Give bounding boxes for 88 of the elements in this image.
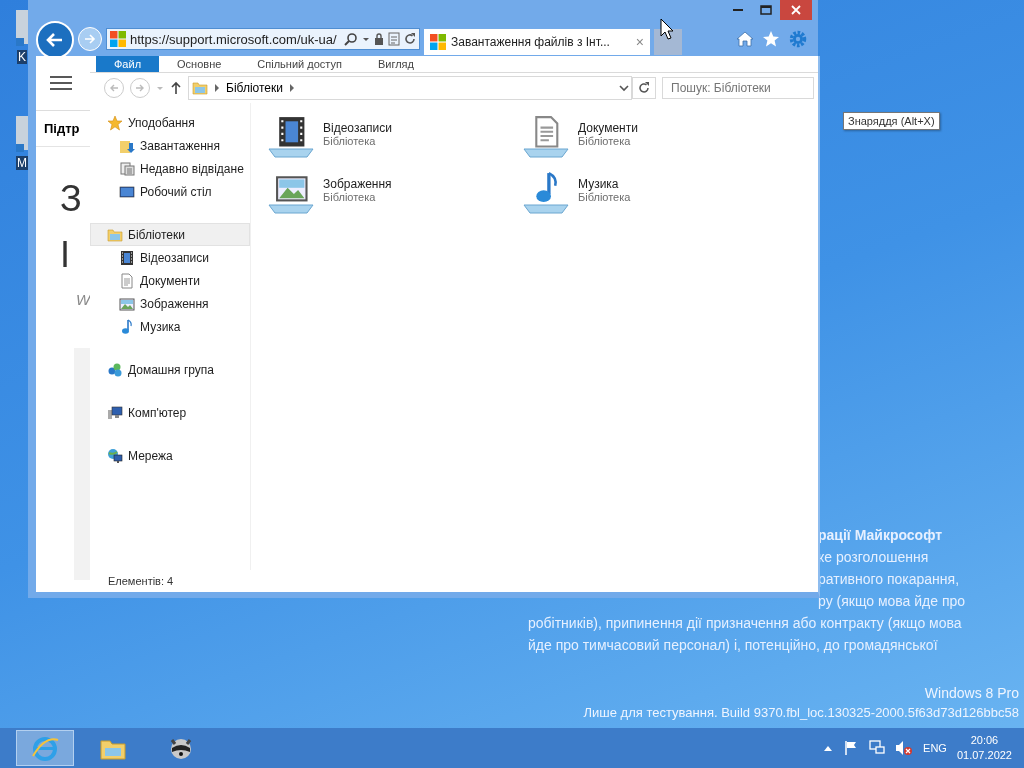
refresh-icon[interactable] — [404, 32, 416, 46]
arrow-right-icon — [135, 83, 145, 93]
chevron-right-icon — [288, 84, 295, 92]
os-edition-text: Windows 8 Pro — [924, 684, 1019, 703]
document-library-icon — [522, 115, 570, 159]
refresh-icon — [638, 82, 650, 94]
monitor-icon — [119, 183, 135, 200]
address-bar[interactable]: Бібліотеки — [188, 76, 632, 100]
video-library-icon — [267, 115, 315, 159]
chevron-right-icon — [214, 84, 220, 92]
homegroup-icon — [107, 361, 123, 378]
library-type: Бібліотека — [323, 135, 377, 147]
globe-monitor-icon — [107, 447, 123, 464]
film-strip-icon — [119, 249, 135, 266]
clock-date[interactable]: 01.07.2022 — [956, 748, 1012, 763]
star-icon[interactable] — [762, 30, 780, 48]
arrow-left-icon — [46, 32, 64, 48]
library-name[interactable]: Документи — [578, 121, 638, 135]
nav-item[interactable]: Відеозаписи — [90, 246, 250, 269]
speaker-muted-icon[interactable] — [895, 740, 914, 756]
music-note-icon — [119, 318, 135, 335]
nav-item[interactable]: Документи — [90, 269, 250, 292]
mouse-pointer-icon — [660, 18, 674, 40]
network-icon[interactable] — [869, 740, 886, 756]
padlock-icon[interactable] — [374, 32, 384, 46]
caret-down-icon[interactable] — [617, 83, 631, 93]
nav-item[interactable]: Зображення — [90, 292, 250, 315]
ribbon-tab[interactable]: Вигляд — [359, 56, 432, 72]
nav-item[interactable]: Мережа — [90, 444, 250, 467]
music-library-icon — [522, 171, 570, 215]
notice-text-line: ру (якщо мова йде про — [817, 592, 967, 611]
browser-tab[interactable]: Завантаження файлів з Інт... × — [424, 29, 650, 55]
arrow-left-icon — [109, 83, 119, 93]
picture-icon — [119, 295, 135, 312]
search-icon[interactable] — [344, 32, 358, 46]
nav-item[interactable]: Бібліотеки — [90, 223, 250, 246]
library-name[interactable]: Музика — [578, 177, 631, 191]
nav-item[interactable]: Музика — [90, 315, 250, 338]
nav-item[interactable]: Комп'ютер — [90, 401, 250, 424]
four-squares-logo-icon — [430, 34, 446, 50]
computer-icon — [107, 404, 123, 421]
nav-item[interactable]: Робочий стіл — [90, 180, 250, 203]
url-text: https://support.microsoft.com/uk-ua/ — [130, 31, 338, 47]
nav-item[interactable]: Недавно відвідане — [90, 157, 250, 180]
document-icon — [119, 272, 135, 289]
library-name[interactable]: Зображення — [323, 177, 392, 191]
e-logo-icon — [31, 734, 59, 762]
caret-up-icon[interactable] — [823, 744, 834, 752]
home-icon[interactable] — [736, 30, 754, 48]
library-name[interactable]: Відеозаписи — [323, 121, 392, 135]
item-count-text: Елементів: 4 — [107, 574, 175, 589]
arrow-right-icon — [84, 34, 96, 44]
page-text: W — [75, 291, 90, 308]
desktop-icon-label[interactable]: M — [16, 156, 28, 170]
four-squares-logo-icon — [110, 31, 126, 47]
breadcrumb-item[interactable]: Бібліотеки — [226, 81, 283, 95]
star-icon — [107, 114, 123, 131]
ribbon-tab[interactable]: Спільний доступ — [239, 56, 360, 72]
library-folder-icon — [107, 226, 123, 243]
ribbon-tab[interactable]: Файл — [96, 56, 160, 72]
library-type: Бібліотека — [578, 135, 632, 147]
page-text: І — [59, 233, 71, 277]
notice-text-line: робітників), припинення дії призначення або контракту (якщо мова — [528, 614, 963, 633]
close-icon — [791, 5, 801, 15]
page-text: З — [59, 177, 83, 221]
clock-time[interactable]: 20:06 — [970, 733, 999, 748]
desktop-icon-label[interactable]: K — [17, 50, 27, 64]
tooltip: Знаряддя (Alt+X) — [843, 112, 940, 130]
library-type: Бібліотека — [578, 191, 631, 203]
refresh-button[interactable] — [632, 77, 656, 99]
arrow-up-icon[interactable] — [170, 81, 182, 95]
maximize-icon — [760, 5, 772, 15]
build-text: Лише для тестування. Build 9370.fbl_loc.130325-2000.5f63d73d126bbc58 — [583, 704, 1019, 722]
nav-item[interactable]: Уподобання — [90, 111, 250, 134]
ribbon-tab[interactable]: Основне — [159, 56, 240, 72]
nav-item[interactable]: Домашня група — [90, 358, 250, 381]
notice-text-line: йде про тимчасовий персонал) і, потенційно, до громадянської — [528, 636, 939, 655]
search-field[interactable]: Пошук: Бібліотеки — [662, 77, 814, 99]
nav-item[interactable]: Завантаження — [90, 134, 250, 157]
minimize-icon — [733, 9, 743, 11]
language-indicator[interactable]: ENG — [923, 742, 947, 754]
menu-icon[interactable] — [50, 75, 72, 91]
library-folder-icon — [192, 80, 208, 96]
address-bar[interactable]: https://support.microsoft.com/uk-ua/ — [106, 28, 420, 50]
close-button[interactable] — [780, 0, 812, 20]
recent-places-icon — [119, 160, 135, 177]
library-type: Бібліотека — [323, 191, 377, 203]
tab-close-button[interactable]: × — [635, 34, 644, 50]
